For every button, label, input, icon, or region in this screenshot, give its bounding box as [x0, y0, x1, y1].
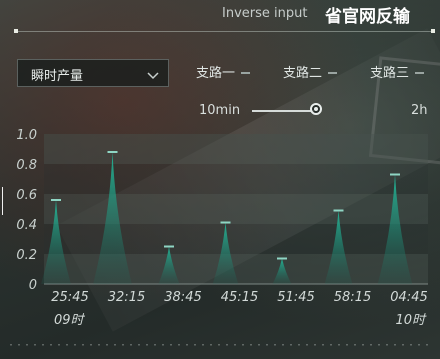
footer-dot — [34, 344, 36, 346]
footer-dot — [378, 344, 380, 346]
x-tick-label: 45:15 — [221, 290, 258, 305]
legend-swatch — [415, 71, 425, 74]
x-tick-label: 32:15 — [108, 290, 145, 305]
footer-dot — [242, 344, 244, 346]
footer-dot — [298, 344, 300, 346]
divider-dot-left — [14, 29, 18, 33]
grid-band — [44, 194, 428, 224]
grid-band — [44, 134, 428, 164]
footer-dot — [330, 344, 332, 346]
footer-dot — [322, 344, 324, 346]
footer-dot — [50, 344, 52, 346]
time-range-min-label: 10min — [199, 103, 241, 118]
legend-item-branch-1[interactable]: 支路一 — [196, 62, 251, 82]
footer-dot — [354, 344, 356, 346]
footer-dot — [82, 344, 84, 346]
footer-dot — [26, 344, 28, 346]
legend-label: 支路一 — [196, 66, 236, 81]
legend-label: 支路三 — [370, 66, 410, 81]
metric-select[interactable]: 瞬时产量 — [17, 59, 169, 87]
y-tick-label: 0 — [29, 278, 37, 293]
x-tick-label: 51:45 — [277, 290, 314, 305]
production-chart: 0 0.2 0.4 0.6 0.8 1.0 25:45 09时 32:15 38:45 45:15… — [10, 128, 428, 346]
header-title: 省官网反输 — [325, 7, 410, 27]
footer-dot — [66, 344, 68, 346]
footer-dot — [258, 344, 260, 346]
footer-dot — [346, 344, 348, 346]
footer-dot — [362, 344, 364, 346]
footer-dot — [122, 344, 124, 346]
y-tick-label: 0.2 — [16, 248, 37, 263]
footer-dot — [178, 344, 180, 346]
header-subtitle: Inverse input — [222, 6, 308, 21]
legend-item-branch-3[interactable]: 支路三 — [370, 62, 425, 82]
footer-dot — [370, 344, 372, 346]
grid-band — [44, 164, 428, 194]
footer-dot — [58, 344, 60, 346]
footer-dot — [90, 344, 92, 346]
footer-dot — [218, 344, 220, 346]
footer-dot — [226, 344, 228, 346]
footer-dot — [338, 344, 340, 346]
x-tick-label: 58:15 — [334, 290, 371, 305]
y-tick-label: 1.0 — [16, 128, 37, 143]
footer-dot — [18, 344, 20, 346]
footer-dot — [234, 344, 236, 346]
footer-dot — [186, 344, 188, 346]
footer-dot — [74, 344, 76, 346]
footer-dot — [106, 344, 108, 346]
footer-dot — [290, 344, 292, 346]
footer-dot — [130, 344, 132, 346]
footer-dot — [306, 344, 308, 346]
footer-dot — [274, 344, 276, 346]
time-range-handle[interactable] — [310, 103, 322, 115]
footer-dot — [146, 344, 148, 346]
footer-dot — [250, 344, 252, 346]
footer-dot — [194, 344, 196, 346]
y-tick-label: 0.4 — [16, 218, 37, 233]
time-range-track[interactable] — [252, 110, 314, 112]
footer-dot — [410, 344, 412, 346]
footer-dot — [170, 344, 172, 346]
footer-dot — [10, 344, 12, 346]
panel-header: Inverse input 省官网反输 — [0, 0, 440, 40]
y-tick-label: 0.6 — [16, 188, 37, 203]
footer-dot — [282, 344, 284, 346]
footer-dot — [138, 344, 140, 346]
legend-swatch — [328, 71, 338, 74]
footer-dot — [42, 344, 44, 346]
metric-select-value: 瞬时产量 — [31, 69, 84, 84]
legend-swatch — [241, 71, 251, 74]
legend-label: 支路二 — [283, 66, 323, 81]
footer-dot — [418, 344, 420, 346]
footer-dot — [426, 344, 428, 346]
footer-dot — [202, 344, 204, 346]
footer-dot — [394, 344, 396, 346]
time-range-max-label: 2h — [411, 103, 428, 118]
x-tick-sublabel: 09时 — [54, 313, 86, 328]
divider-dot-right — [431, 29, 435, 33]
footer-dot — [386, 344, 388, 346]
footer-dot — [154, 344, 156, 346]
footer-dot — [266, 344, 268, 346]
footer-dot — [314, 344, 316, 346]
footer-dot — [98, 344, 100, 346]
header-divider — [15, 31, 433, 32]
footer-dot — [210, 344, 212, 346]
legend-item-branch-2[interactable]: 支路二 — [283, 62, 338, 82]
x-tick-label: 25:45 — [51, 290, 88, 305]
x-tick-sublabel: 10时 — [395, 313, 427, 328]
footer-dot — [402, 344, 404, 346]
x-tick-label: 04:45 — [390, 290, 427, 305]
y-tick-label: 0.8 — [16, 158, 37, 173]
footer-dot — [162, 344, 164, 346]
x-tick-label: 38:45 — [164, 290, 201, 305]
chevron-down-icon — [146, 67, 160, 86]
footer-dot — [114, 344, 116, 346]
